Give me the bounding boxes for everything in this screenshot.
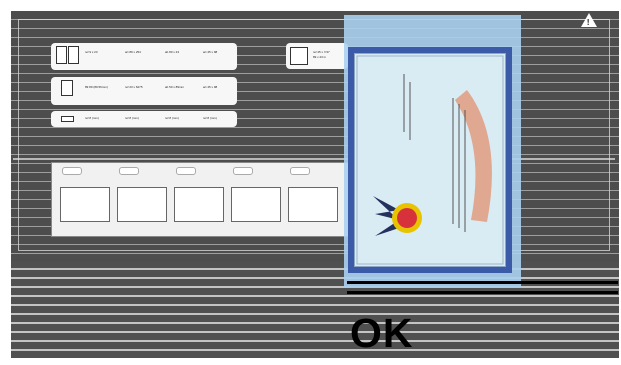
card-value-3: ref 8 (mm) bbox=[165, 116, 179, 120]
card-value-1: ref 9 x 23 bbox=[85, 50, 98, 54]
printer-panel-screen: ref 9 x 23 art 89 x 254 ab 80 x 23 art 4… bbox=[11, 11, 619, 358]
lower-grooved-area bbox=[11, 261, 619, 358]
envelope-card: 89 89 (89.56mm) ref 23 x 6275 ab 50 x 89… bbox=[51, 77, 237, 105]
step-diagram-5 bbox=[288, 187, 338, 222]
seal-stamp-illustration bbox=[356, 55, 504, 265]
divider-top bbox=[347, 281, 618, 284]
envelope-icon bbox=[61, 80, 73, 96]
card-value-4: art 45 x 98 bbox=[203, 85, 218, 89]
tray-steps-panel bbox=[51, 162, 353, 237]
step-tab-5[interactable] bbox=[290, 167, 310, 175]
step-tab-3[interactable] bbox=[176, 167, 196, 175]
card-value-3: ab 50 x 89mm bbox=[165, 85, 185, 89]
tray-icon bbox=[290, 47, 308, 65]
paper-sizes-icon-2 bbox=[68, 46, 79, 64]
step-diagram-3 bbox=[174, 187, 224, 222]
warning-exclamation-icon: ! bbox=[586, 18, 590, 27]
tray-size-card: ref 45 x 7/47 89 x 23 in bbox=[286, 43, 348, 69]
ribbon-shape bbox=[455, 90, 492, 222]
step-diagram-1 bbox=[60, 187, 110, 222]
card-value-1: ref 8 (mm) bbox=[85, 116, 99, 120]
paper-sizes-icon bbox=[56, 46, 67, 64]
panel-divider-line bbox=[13, 158, 615, 160]
label-card: ref 8 (mm) ref 8 (mm) ref 8 (mm) ref 8 (… bbox=[51, 111, 237, 127]
preview-paper bbox=[354, 53, 506, 267]
card-value-2: ref 8 (mm) bbox=[125, 116, 139, 120]
divider-bottom bbox=[347, 291, 618, 294]
side-card-line-2: 89 x 23 in bbox=[313, 55, 327, 59]
step-tab-2[interactable] bbox=[119, 167, 139, 175]
card-value-4: art 45 x 98 bbox=[203, 50, 218, 54]
step-diagram-4 bbox=[231, 187, 281, 222]
paper-size-card: ref 9 x 23 art 89 x 254 ab 80 x 23 art 4… bbox=[51, 43, 237, 70]
card-value-4: ref 8 (mm) bbox=[203, 116, 217, 120]
seal-inner-circle bbox=[397, 208, 417, 228]
card-value-3: ab 80 x 23 bbox=[165, 50, 180, 54]
status-ok-text: OK bbox=[350, 310, 414, 356]
seal-stamp-document-image bbox=[348, 47, 512, 273]
side-card-line-1: ref 45 x 7/47 bbox=[313, 50, 330, 54]
label-icon bbox=[61, 116, 74, 122]
step-diagram-2 bbox=[117, 187, 167, 222]
card-value-2: ref 23 x 6275 bbox=[125, 85, 143, 89]
step-tab-1[interactable] bbox=[62, 167, 82, 175]
card-value-2: art 89 x 254 bbox=[125, 50, 141, 54]
step-tab-4[interactable] bbox=[233, 167, 253, 175]
card-value-1: 89 89 (89.56mm) bbox=[85, 85, 108, 89]
